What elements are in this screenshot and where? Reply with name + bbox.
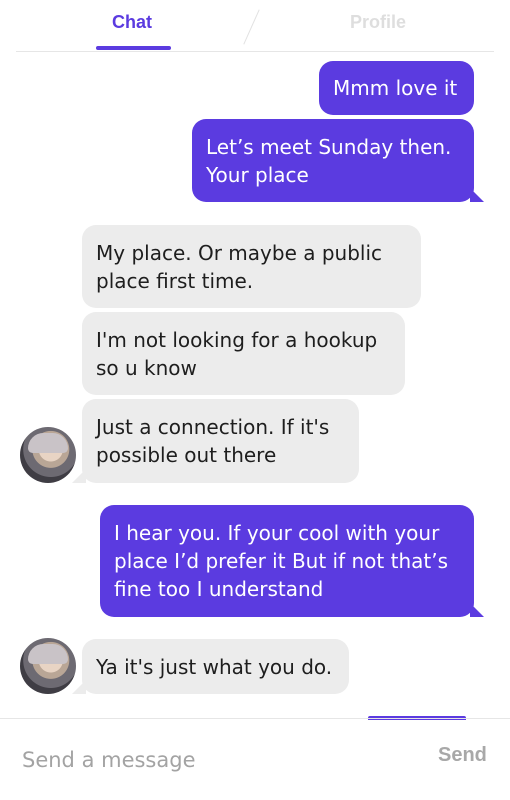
- message-input[interactable]: [22, 744, 402, 776]
- message-text: Ya it's just what you do.: [96, 654, 333, 679]
- composer-divider: [0, 718, 510, 719]
- message-text: I hear you. If your cool with your place…: [114, 521, 448, 601]
- message-bubble-outgoing: Let’s meet Sunday then. Your place: [192, 119, 484, 202]
- message-text: Let’s meet Sunday then. Your place: [206, 134, 452, 187]
- message-text: Mmm love it: [333, 76, 458, 100]
- message-bubble-incoming: Ya it's just what you do.: [72, 639, 349, 694]
- message-bubble-incoming: Just a connection. If it's possible out …: [72, 399, 359, 483]
- avatar[interactable]: [20, 427, 76, 483]
- message-text: Just a connection. If it's possible out …: [96, 415, 330, 467]
- tab-bar-divider: [16, 51, 494, 52]
- tab-chat[interactable]: Chat: [112, 12, 152, 33]
- message-bubble-outgoing: Mmm love it: [319, 61, 474, 115]
- active-tab-indicator: [96, 46, 171, 50]
- tab-bar: Chat Profile: [0, 0, 510, 52]
- avatar-hair: [28, 644, 68, 664]
- tab-divider: [243, 9, 260, 45]
- message-bubble-incoming: My place. Or maybe a public place first …: [82, 225, 421, 308]
- message-text: My place. Or maybe a public place first …: [96, 240, 383, 293]
- message-text: I'm not looking for a hookup so u know: [96, 327, 378, 380]
- send-button[interactable]: Send: [438, 744, 487, 767]
- tab-profile[interactable]: Profile: [350, 12, 406, 33]
- avatar[interactable]: [20, 638, 76, 694]
- avatar-hair: [28, 433, 68, 453]
- message-bubble-outgoing: I hear you. If your cool with your place…: [100, 505, 484, 617]
- message-bubble-incoming: I'm not looking for a hookup so u know: [82, 312, 405, 395]
